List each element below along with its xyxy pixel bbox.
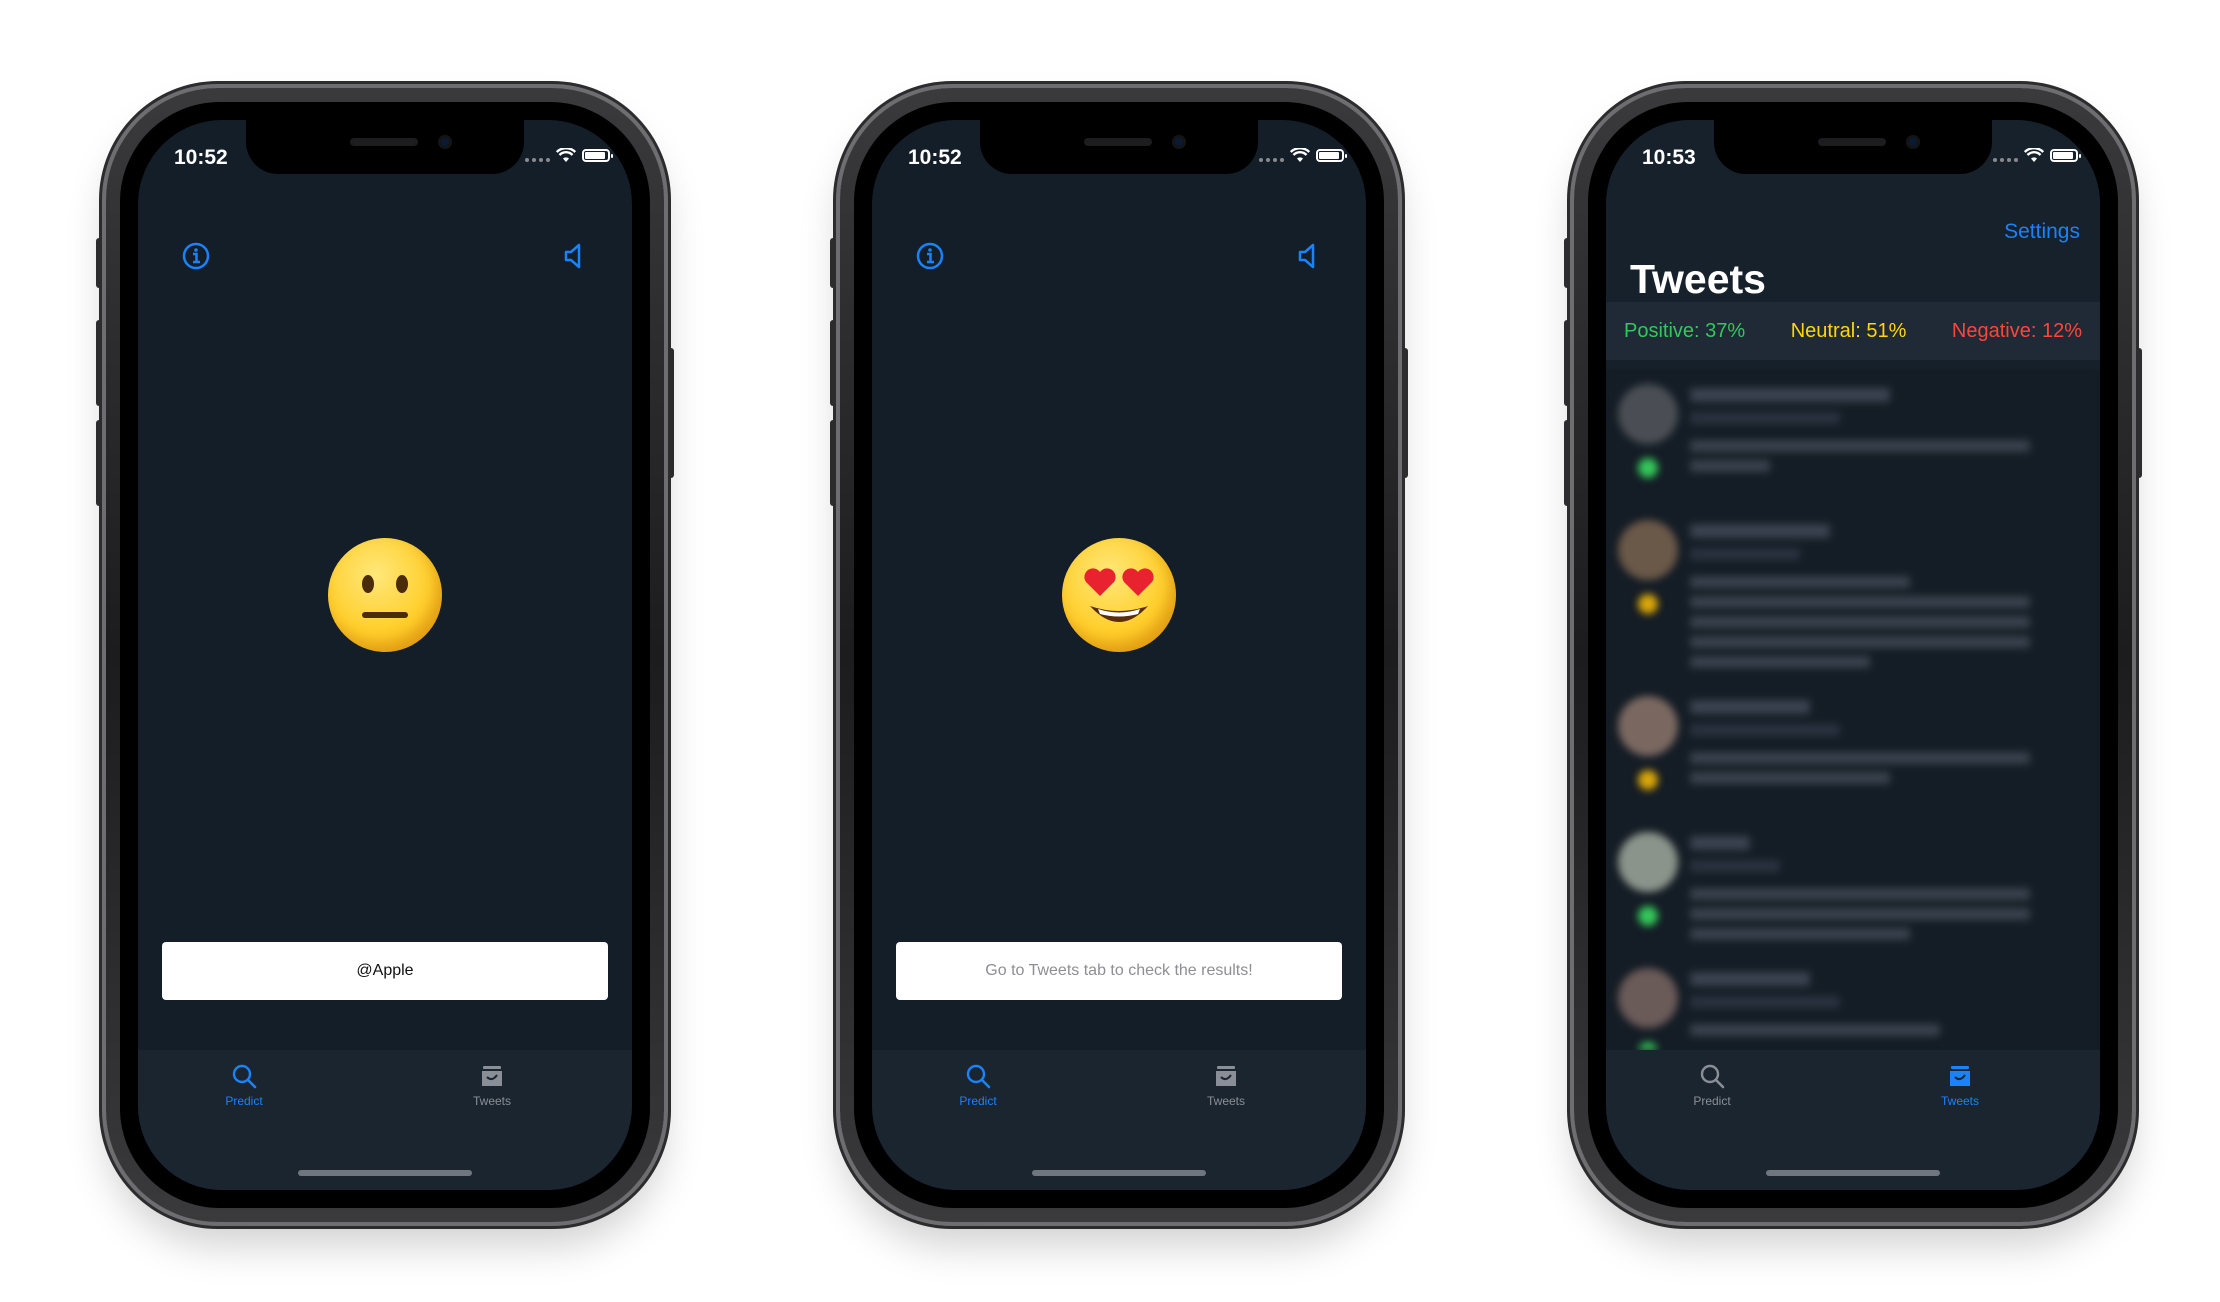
search-icon [966,1064,991,1089]
phone-tweets: 10:53 Settings Tweets Positive: 37% Neut… [1564,88,2142,1222]
home-indicator [1766,1170,1940,1176]
username-input[interactable]: @Apple [162,942,608,1000]
screen: 10:52 Go to Tweets tab to check the resu… [872,120,1366,1190]
tweets-box-icon [1216,1066,1236,1086]
status-icons [1259,148,1347,163]
username-input[interactable]: Go to Tweets tab to check the results! [896,942,1342,1000]
notch [246,120,524,174]
status-icons [1993,148,2081,163]
volume-down-button [1564,420,1570,506]
mute-switch [830,238,836,288]
tab-predict[interactable]: Predict [174,1062,314,1108]
wifi-icon [1290,148,1310,162]
settings-button[interactable]: Settings [2004,220,2080,244]
screen: 10:53 Settings Tweets Positive: 37% Neut… [1606,120,2100,1190]
notch [980,120,1258,174]
sentiment-dot [1638,770,1658,790]
avatar [1618,384,1678,444]
tab-tweets-label: Tweets [1206,1094,1245,1108]
signal-icon [1993,150,2018,162]
heart-eyes-emoji [1062,538,1176,652]
notch [1714,120,1992,174]
sentiment-dot [1638,594,1658,614]
tweet-list-blurred[interactable] [1606,370,2100,1050]
avatar [1618,696,1678,756]
list-item[interactable] [1606,682,2100,818]
speaker-icon[interactable] [556,238,592,274]
tweets-box-icon [1950,1066,1970,1086]
volume-up-button [1564,320,1570,406]
volume-down-button [96,420,102,506]
list-item[interactable] [1606,370,2100,506]
sentiment-dot [1638,1042,1658,1050]
home-indicator [298,1170,472,1176]
list-item[interactable] [1606,818,2100,954]
mute-switch [96,238,102,288]
tab-tweets-label: Tweets [1940,1094,1979,1108]
tab-bar: Predict Tweets [872,1050,1366,1190]
status-time: 10:52 [908,146,962,169]
mute-switch [1564,238,1570,288]
phone-predict-input: 10:52 @Apple Predict Tweets [96,88,674,1222]
phone-predict-result: 10:52 Go to Tweets tab to check the resu… [830,88,1408,1222]
tab-tweets[interactable]: Tweets [422,1062,562,1108]
speaker-icon[interactable] [1290,238,1326,274]
sentiment-dot [1638,458,1658,478]
sentiment-stats-bar: Positive: 37% Neutral: 51% Negative: 12% [1606,302,2100,360]
neutral-face-emoji [328,538,442,652]
volume-up-button [96,320,102,406]
tab-tweets-label: Tweets [472,1094,511,1108]
side-button [1402,348,1408,478]
tab-predict-label: Predict [1693,1094,1731,1108]
tweets-box-icon [482,1066,502,1086]
tab-predict[interactable]: Predict [1642,1062,1782,1108]
page-title: Tweets [1630,256,1766,302]
sentiment-dot [1638,906,1658,926]
screen: 10:52 @Apple Predict Tweets [138,120,632,1190]
avatar [1618,968,1678,1028]
info-icon[interactable] [912,238,948,274]
status-time: 10:53 [1642,146,1696,169]
status-time: 10:52 [174,146,228,169]
tab-predict-label: Predict [959,1094,997,1108]
tab-tweets[interactable]: Tweets [1156,1062,1296,1108]
negative-stat: Negative: 12% [1951,319,2082,342]
volume-up-button [830,320,836,406]
neutral-stat: Neutral: 51% [1790,319,1907,342]
wifi-icon [556,148,576,162]
tab-predict-label: Predict [225,1094,263,1108]
wifi-icon [2024,148,2044,162]
avatar [1618,832,1678,892]
battery-icon [2050,149,2081,162]
tab-predict[interactable]: Predict [908,1062,1048,1108]
search-icon [232,1064,257,1089]
volume-down-button [830,420,836,506]
home-indicator [1032,1170,1206,1176]
tab-bar: Predict Tweets [138,1050,632,1190]
side-button [2136,348,2142,478]
positive-stat: Positive: 37% [1624,319,1746,342]
battery-icon [1316,149,1347,162]
list-item[interactable] [1606,506,2100,682]
list-item[interactable] [1606,954,2100,1050]
info-icon[interactable] [178,238,214,274]
status-icons [525,148,613,163]
signal-icon [1259,150,1284,162]
signal-icon [525,150,550,162]
battery-icon [582,149,613,162]
tab-tweets[interactable]: Tweets [1890,1062,2030,1108]
side-button [668,348,674,478]
tab-bar: Predict Tweets [1606,1050,2100,1190]
search-icon [1700,1064,1725,1089]
avatar [1618,520,1678,580]
